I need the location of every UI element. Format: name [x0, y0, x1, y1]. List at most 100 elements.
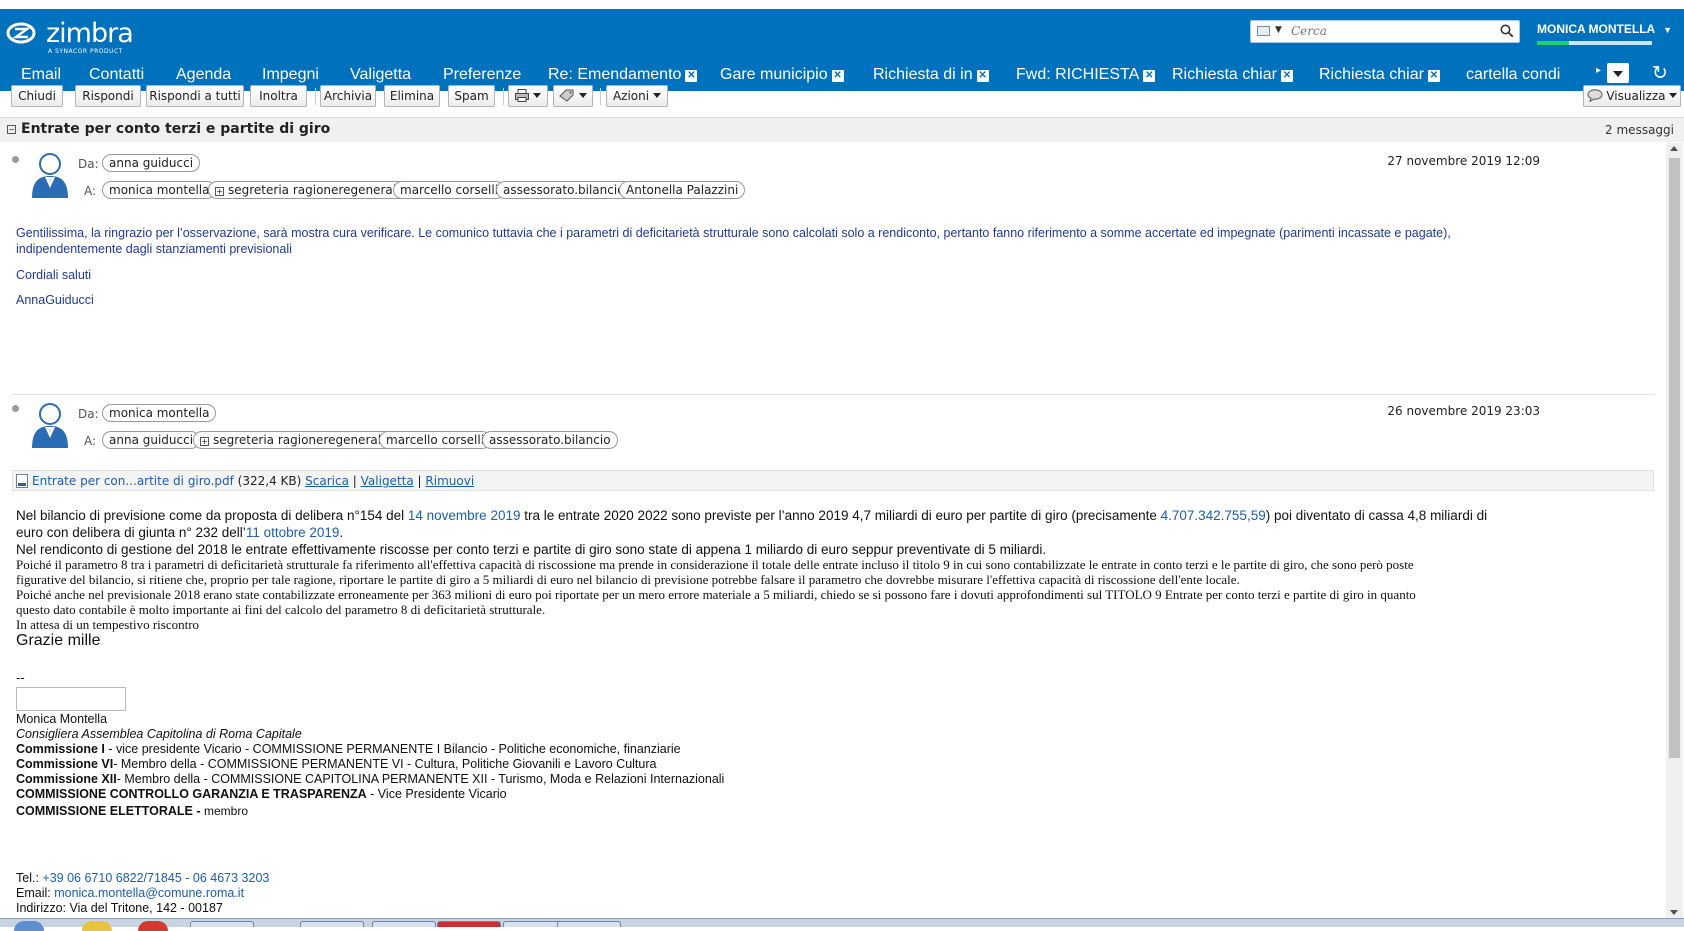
recipient-group-chip[interactable]: + segreteria ragioneregenerale: [208, 181, 411, 199]
sender-chip[interactable]: anna guiducci: [102, 154, 201, 172]
recipient-chip[interactable]: anna guiducci: [102, 431, 201, 449]
scroll-down-icon[interactable]: [1670, 910, 1678, 915]
taskbar-item[interactable]: [190, 921, 254, 927]
chevron-down-icon[interactable]: ▼: [1275, 25, 1282, 35]
number-link[interactable]: 4.707.342.755,59: [1161, 508, 1266, 523]
chevron-down-icon: [1669, 93, 1678, 98]
tab-richiesta-chiar-2[interactable]: Richiesta chiar ✕: [1319, 66, 1440, 84]
user-menu[interactable]: MONICA MONTELLA ▼: [1537, 22, 1672, 45]
taskbar-app-icon[interactable]: [138, 921, 168, 931]
signature-line: COMMISSIONE ELETTORALE - membro: [16, 804, 248, 818]
tab-re-emendamento[interactable]: Re: Emendamento ✕: [548, 66, 698, 84]
taskbar-item[interactable]: [300, 921, 364, 927]
signature-separator: --: [16, 670, 25, 685]
refresh-icon[interactable]: ↻: [1652, 62, 1668, 84]
tag-menu-button[interactable]: [553, 85, 593, 107]
signature-image-placeholder: [16, 687, 126, 711]
link-separator: |: [417, 474, 422, 488]
unread-dot-icon[interactable]: [12, 405, 19, 412]
print-menu-button[interactable]: [508, 85, 548, 107]
toolbar-divider: [503, 88, 504, 105]
print-icon: [515, 89, 529, 102]
search-box: ▼: [1250, 20, 1520, 43]
recipient-chip[interactable]: monica montella: [102, 181, 217, 199]
close-tab-icon[interactable]: ✕: [1143, 70, 1156, 82]
tab-valigetta[interactable]: Valigetta: [350, 66, 411, 84]
logo-text: zimbra: [46, 18, 134, 49]
download-link[interactable]: Scarica: [305, 474, 349, 488]
tab-email[interactable]: Email: [21, 66, 61, 84]
message-body-line: euro con delibera di giunta n° 232 dell’…: [16, 525, 344, 540]
forward-button[interactable]: Inoltra: [250, 85, 307, 107]
tab-gare-municipio[interactable]: Gare municipio ✕: [720, 66, 844, 84]
close-button[interactable]: Chiudi: [11, 85, 63, 107]
close-tab-icon[interactable]: ✕: [685, 70, 698, 82]
signature-address: Indirizzo: Via del Tritone, 142 - 00187: [16, 901, 223, 915]
unread-dot-icon[interactable]: [12, 156, 19, 163]
scrollbar-thumb[interactable]: [1669, 158, 1680, 758]
message-body-line: Nel bilancio di previsione come da propo…: [16, 508, 1488, 523]
search-input[interactable]: [1291, 23, 1491, 39]
tab-impegni[interactable]: Impegni: [262, 66, 319, 84]
message-body-line: In attesa di un tempestivo riscontro: [16, 617, 200, 632]
start-button[interactable]: [14, 921, 44, 931]
taskbar-item[interactable]: [557, 921, 621, 927]
close-tab-icon[interactable]: ✕: [1427, 70, 1440, 82]
message-body-line: Poiché il parametro 8 tra i parametri di…: [16, 557, 1414, 572]
recipient-chip[interactable]: assessorato.bilancio: [496, 181, 632, 199]
to-label: A:: [84, 184, 97, 198]
message-divider: [12, 394, 1654, 395]
tab-contatti[interactable]: Contatti: [89, 66, 144, 84]
tab-scroll-right-icon[interactable]: ▸: [1596, 65, 1601, 76]
close-tab-icon[interactable]: ✕: [831, 70, 844, 82]
avatar-icon: [32, 153, 68, 198]
link-separator: |: [352, 474, 357, 488]
tab-list-dropdown[interactable]: [1607, 63, 1629, 83]
sender-chip[interactable]: monica montella: [102, 404, 217, 422]
recipient-chip[interactable]: assessorato.bilancio: [482, 431, 618, 449]
search-icon[interactable]: [1500, 24, 1514, 38]
taskbar-item[interactable]: [372, 921, 436, 927]
spam-button[interactable]: Spam: [448, 85, 495, 107]
signature-line: Commissione XII- Membro della - COMMISSI…: [16, 772, 725, 786]
vertical-scrollbar[interactable]: [1666, 143, 1683, 918]
archive-button[interactable]: Archivia: [320, 85, 376, 107]
quota-bar: [1537, 41, 1652, 45]
expand-group-icon[interactable]: +: [200, 437, 209, 446]
signature-line: Commissione VI- Membro della - COMMISSIO…: [16, 757, 657, 771]
taskbar-item[interactable]: [437, 921, 501, 927]
date-link[interactable]: 11 ottobre 2019: [246, 525, 340, 540]
collapse-toggle-icon[interactable]: −: [7, 125, 16, 134]
logo-subtitle: A SYNACOR PRODUCT: [48, 48, 123, 55]
reply-all-button[interactable]: Rispondi a tutti: [146, 85, 244, 107]
phone-link[interactable]: +39 06 6710 6822/71845 - 06 4673 3203: [42, 871, 269, 885]
tab-preferenze[interactable]: Preferenze: [443, 66, 521, 84]
taskbar-app-icon[interactable]: [82, 921, 112, 931]
actions-menu-button[interactable]: Azioni: [606, 85, 668, 107]
tab-richiesta-chiar-1[interactable]: Richiesta chiar ✕: [1172, 66, 1293, 84]
scroll-up-icon[interactable]: [1670, 146, 1678, 151]
tab-fwd-richiesta[interactable]: Fwd: RICHIESTA ✕: [1016, 66, 1156, 84]
tab-cartella-condi[interactable]: cartella condi: [1466, 66, 1560, 84]
email-link[interactable]: monica.montella@comune.roma.it: [54, 886, 244, 900]
tab-agenda[interactable]: Agenda: [176, 66, 231, 84]
attachment-name-link[interactable]: Entrate per con...artite di giro.pdf: [32, 474, 234, 488]
date-link[interactable]: 14 novembre 2019: [408, 508, 521, 523]
close-tab-icon[interactable]: ✕: [976, 70, 989, 82]
recipient-chip[interactable]: marcello corselli: [393, 181, 506, 199]
recipient-chip[interactable]: marcello corselli: [379, 431, 492, 449]
view-menu-button[interactable]: Visualizza: [1583, 85, 1681, 107]
recipient-chip[interactable]: Antonella Palazzini: [619, 181, 746, 199]
mail-search-type-icon[interactable]: [1257, 26, 1270, 36]
delete-button[interactable]: Elimina: [384, 85, 440, 107]
tab-richiesta-di-in[interactable]: Richiesta di in ✕: [873, 66, 989, 84]
message-greeting: Cordiali saluti: [16, 268, 92, 282]
recipient-group-chip[interactable]: + segreteria ragioneregenerale: [193, 431, 396, 449]
expand-group-icon[interactable]: +: [215, 187, 224, 196]
briefcase-link[interactable]: Valigetta: [361, 474, 414, 488]
signature-phone: Tel.: +39 06 6710 6822/71845 - 06 4673 3…: [16, 871, 270, 885]
reply-button[interactable]: Rispondi: [75, 85, 141, 107]
close-tab-icon[interactable]: ✕: [1280, 70, 1293, 82]
app-header: zimbra A SYNACOR PRODUCT ▼ MONICA MONTEL…: [0, 9, 1684, 91]
remove-attachment-link[interactable]: Rimuovi: [425, 474, 474, 488]
